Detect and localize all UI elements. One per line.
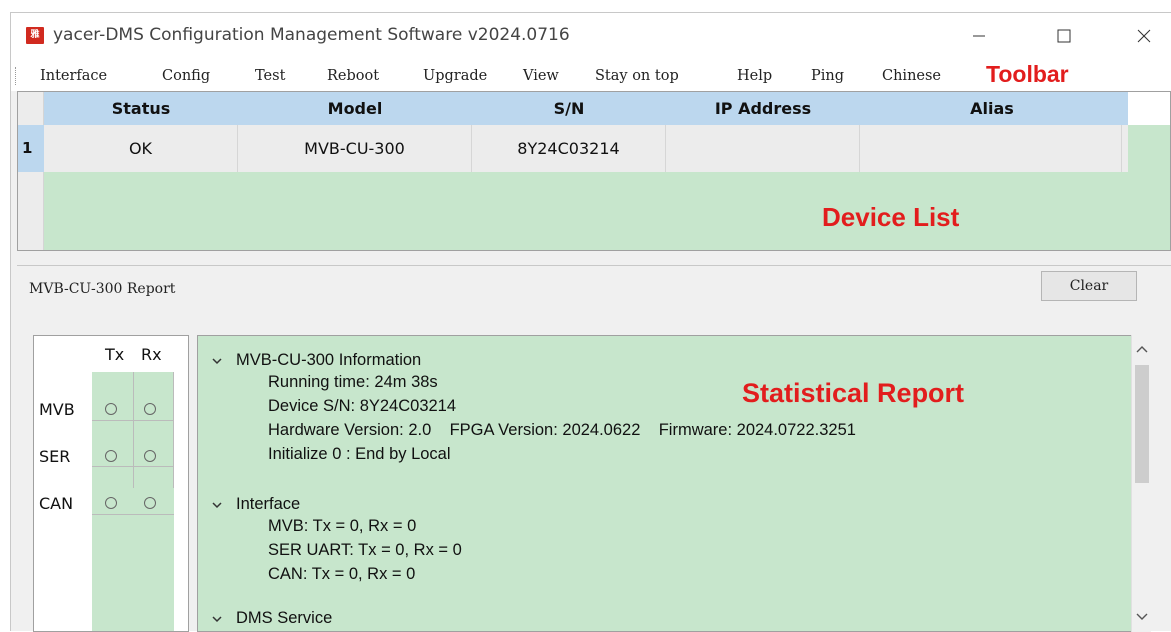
- device-list: Status Model S/N IP Address Alias 1 OK M…: [17, 91, 1171, 251]
- device-list-annotation: Device List: [822, 202, 960, 232]
- menu-view[interactable]: View: [523, 68, 559, 84]
- column-header-model[interactable]: Model: [238, 92, 472, 125]
- toolbar-grip[interactable]: [15, 67, 18, 85]
- indicator-panel: Tx Rx MVB SER CAN: [33, 335, 189, 632]
- menu-stay-on-top[interactable]: Stay on top: [595, 68, 679, 84]
- ser-rx-led-icon: [144, 450, 156, 462]
- menu-upgrade[interactable]: Upgrade: [423, 68, 487, 84]
- tree-item[interactable]: CAN: Tx = 0, Rx = 0: [268, 565, 415, 584]
- tree-item[interactable]: Device S/N: 8Y24C03214: [268, 397, 456, 416]
- column-header-sn[interactable]: S/N: [472, 92, 666, 125]
- tree-node-dms-service[interactable]: DMS Service: [236, 609, 332, 628]
- header-filler: [1128, 92, 1170, 125]
- indicator-divider: [92, 514, 174, 515]
- table-row[interactable]: OK MVB-CU-300 8Y24C03214: [44, 125, 1128, 172]
- vertical-scrollbar[interactable]: [1131, 335, 1151, 632]
- minimize-button[interactable]: [956, 19, 1002, 53]
- menu-config[interactable]: Config: [162, 68, 210, 84]
- mvb-tx-led-icon: [105, 403, 117, 415]
- toolbar-annotation: Toolbar: [986, 61, 1069, 87]
- scrollbar-thumb[interactable]: [1135, 365, 1149, 483]
- title-bar[interactable]: 雅 yacer-DMS Configuration Management Sof…: [11, 13, 1171, 59]
- tree-item[interactable]: Initialize 0 : End by Local: [268, 445, 451, 464]
- indicator-divider: [133, 372, 134, 488]
- close-icon: [1137, 29, 1151, 43]
- minimize-icon: [973, 35, 985, 37]
- close-button[interactable]: [1121, 19, 1167, 53]
- menu-help[interactable]: Help: [737, 68, 772, 84]
- indicator-column-tx: Tx: [105, 345, 125, 364]
- cell-alias[interactable]: [860, 125, 1122, 172]
- indicator-divider: [92, 420, 174, 421]
- column-header-alias[interactable]: Alias: [860, 92, 1124, 125]
- app-window: 雅 yacer-DMS Configuration Management Sof…: [10, 12, 1171, 632]
- maximize-button[interactable]: [1041, 19, 1087, 53]
- maximize-icon: [1057, 29, 1071, 43]
- row-index[interactable]: 1: [18, 125, 44, 172]
- report-title: MVB-CU-300 Report: [29, 281, 176, 297]
- tree-item[interactable]: SER UART: Tx = 0, Rx = 0: [268, 541, 462, 560]
- indicator-row-mvb: MVB: [39, 400, 75, 419]
- cell-ip-address[interactable]: [666, 125, 860, 172]
- tree-node-device-info[interactable]: MVB-CU-300 Information: [236, 351, 421, 370]
- cell-model[interactable]: MVB-CU-300: [238, 125, 472, 172]
- mvb-rx-led-icon: [144, 403, 156, 415]
- indicator-column-rx: Rx: [141, 345, 162, 364]
- menu-bar: Interface Config Test Reboot Upgrade Vie…: [11, 59, 1171, 91]
- indicator-row-ser: SER: [39, 447, 71, 466]
- can-rx-led-icon: [144, 497, 156, 509]
- menu-ping[interactable]: Ping: [811, 68, 844, 84]
- chevron-down-icon[interactable]: [212, 614, 222, 624]
- window-title: yacer-DMS Configuration Management Softw…: [53, 25, 570, 45]
- tree-node-interface[interactable]: Interface: [236, 495, 300, 514]
- cell-status[interactable]: OK: [44, 125, 238, 172]
- ser-tx-led-icon: [105, 450, 117, 462]
- clear-button[interactable]: Clear: [1041, 271, 1137, 301]
- menu-chinese[interactable]: Chinese: [882, 68, 941, 84]
- can-tx-led-icon: [105, 497, 117, 509]
- tree-item[interactable]: Running time: 24m 38s: [268, 373, 438, 392]
- app-logo-icon: 雅: [26, 27, 44, 44]
- indicator-divider: [92, 466, 174, 467]
- indicator-row-can: CAN: [39, 494, 74, 513]
- column-header-ip-address[interactable]: IP Address: [666, 92, 860, 125]
- tree-item[interactable]: Hardware Version: 2.0 FPGA Version: 2024…: [268, 421, 856, 440]
- statistical-report-annotation: Statistical Report: [742, 378, 965, 408]
- indicator-divider: [173, 372, 174, 488]
- chevron-down-icon[interactable]: [212, 356, 222, 366]
- cell-sn[interactable]: 8Y24C03214: [472, 125, 666, 172]
- device-list-header: Status Model S/N IP Address Alias: [18, 92, 1128, 125]
- menu-interface[interactable]: Interface: [40, 68, 107, 84]
- menu-reboot[interactable]: Reboot: [327, 68, 379, 84]
- column-header-status[interactable]: Status: [44, 92, 238, 125]
- scroll-up-icon[interactable]: [1136, 343, 1148, 355]
- tree-item[interactable]: MVB: Tx = 0, Rx = 0: [268, 517, 416, 536]
- statistical-report-tree[interactable]: MVB-CU-300 Information Running time: 24m…: [197, 335, 1149, 632]
- scroll-down-icon[interactable]: [1136, 611, 1148, 623]
- menu-test[interactable]: Test: [255, 68, 285, 84]
- chevron-down-icon[interactable]: [212, 500, 222, 510]
- report-bar: MVB-CU-300 Report Clear: [17, 265, 1171, 305]
